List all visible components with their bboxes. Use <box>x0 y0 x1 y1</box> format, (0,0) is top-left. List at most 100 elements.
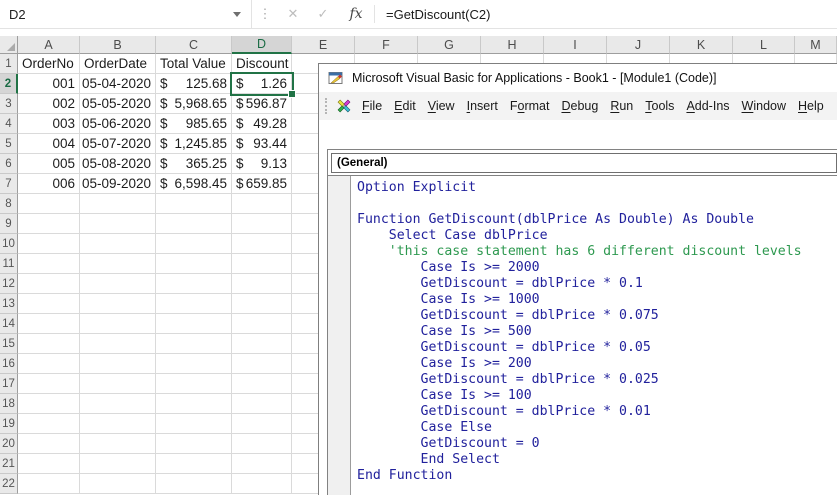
cell-A13[interactable] <box>18 294 80 314</box>
row-header-19[interactable]: 19 <box>0 414 18 434</box>
menu-debug[interactable]: Debug <box>555 95 604 117</box>
cell-D14[interactable] <box>232 314 292 334</box>
row-header-1[interactable]: 1 <box>0 54 18 74</box>
fill-handle[interactable] <box>288 90 296 98</box>
cell-A9[interactable] <box>18 214 80 234</box>
cell-B17[interactable] <box>80 374 156 394</box>
cell-B7[interactable]: 05-09-2020 <box>80 174 156 194</box>
column-header-C[interactable]: C <box>156 36 232 54</box>
cell-C15[interactable] <box>156 334 232 354</box>
cell-D18[interactable] <box>232 394 292 414</box>
cell-D9[interactable] <box>232 214 292 234</box>
cell-C14[interactable] <box>156 314 232 334</box>
cell-C12[interactable] <box>156 274 232 294</box>
column-header-E[interactable]: E <box>292 36 355 54</box>
cell-B22[interactable] <box>80 474 156 494</box>
column-header-L[interactable]: L <box>733 36 795 54</box>
cell-D13[interactable] <box>232 294 292 314</box>
menu-view[interactable]: View <box>422 95 461 117</box>
cell-D8[interactable] <box>232 194 292 214</box>
column-header-F[interactable]: F <box>355 36 418 54</box>
object-dropdown[interactable]: (General) <box>331 153 837 173</box>
cell-D3[interactable]: $596.87 <box>232 94 292 114</box>
row-header-8[interactable]: 8 <box>0 194 18 214</box>
row-header-4[interactable]: 4 <box>0 114 18 134</box>
cell-A16[interactable] <box>18 354 80 374</box>
cell-C2[interactable]: $125.68 <box>156 74 232 94</box>
cell-C3[interactable]: $5,968.65 <box>156 94 232 114</box>
cell-D10[interactable] <box>232 234 292 254</box>
cell-D6[interactable]: $9.13 <box>232 154 292 174</box>
cell-D22[interactable] <box>232 474 292 494</box>
formula-input[interactable]: =GetDiscount(C2) <box>386 7 490 22</box>
cell-B21[interactable] <box>80 454 156 474</box>
row-header-13[interactable]: 13 <box>0 294 18 314</box>
cancel-icon[interactable]: ✕ <box>278 6 308 22</box>
cell-A1[interactable]: OrderNo <box>18 54 80 74</box>
cell-D17[interactable] <box>232 374 292 394</box>
cell-C22[interactable] <box>156 474 232 494</box>
cell-B15[interactable] <box>80 334 156 354</box>
row-header-21[interactable]: 21 <box>0 454 18 474</box>
cell-D2[interactable]: $1.26 <box>232 74 292 94</box>
cell-C16[interactable] <box>156 354 232 374</box>
row-header-17[interactable]: 17 <box>0 374 18 394</box>
row-header-18[interactable]: 18 <box>0 394 18 414</box>
name-box[interactable]: D2 <box>0 0 252 28</box>
cell-C20[interactable] <box>156 434 232 454</box>
confirm-icon[interactable]: ✓ <box>308 6 338 22</box>
column-header-K[interactable]: K <box>670 36 733 54</box>
cell-C5[interactable]: $1,245.85 <box>156 134 232 154</box>
name-box-dropdown-icon[interactable] <box>233 12 241 17</box>
menu-format[interactable]: Format <box>504 95 556 117</box>
cell-B2[interactable]: 05-04-2020 <box>80 74 156 94</box>
cell-A12[interactable] <box>18 274 80 294</box>
cell-C4[interactable]: $985.65 <box>156 114 232 134</box>
cell-C6[interactable]: $365.25 <box>156 154 232 174</box>
column-header-D[interactable]: D <box>232 36 292 54</box>
cell-D11[interactable] <box>232 254 292 274</box>
cell-A21[interactable] <box>18 454 80 474</box>
cell-C19[interactable] <box>156 414 232 434</box>
column-header-I[interactable]: I <box>544 36 607 54</box>
cell-A15[interactable] <box>18 334 80 354</box>
menu-insert[interactable]: Insert <box>461 95 504 117</box>
column-header-M[interactable]: M <box>795 36 837 54</box>
row-header-15[interactable]: 15 <box>0 334 18 354</box>
cell-C9[interactable] <box>156 214 232 234</box>
cell-A2[interactable]: 001 <box>18 74 80 94</box>
cell-A5[interactable]: 004 <box>18 134 80 154</box>
cell-A14[interactable] <box>18 314 80 334</box>
menu-addins[interactable]: Add-Ins <box>680 95 735 117</box>
cell-A17[interactable] <box>18 374 80 394</box>
menu-window[interactable]: Window <box>736 95 792 117</box>
cell-C21[interactable] <box>156 454 232 474</box>
column-header-J[interactable]: J <box>607 36 670 54</box>
cell-B19[interactable] <box>80 414 156 434</box>
row-header-7[interactable]: 7 <box>0 174 18 194</box>
cell-A18[interactable] <box>18 394 80 414</box>
cell-B8[interactable] <box>80 194 156 214</box>
cell-B12[interactable] <box>80 274 156 294</box>
cell-B10[interactable] <box>80 234 156 254</box>
cell-C18[interactable] <box>156 394 232 414</box>
row-header-10[interactable]: 10 <box>0 234 18 254</box>
select-all-corner[interactable] <box>0 36 18 54</box>
row-header-2[interactable]: 2 <box>0 74 18 94</box>
cell-D12[interactable] <box>232 274 292 294</box>
cell-B3[interactable]: 05-05-2020 <box>80 94 156 114</box>
row-header-16[interactable]: 16 <box>0 354 18 374</box>
cell-C13[interactable] <box>156 294 232 314</box>
row-header-3[interactable]: 3 <box>0 94 18 114</box>
column-header-B[interactable]: B <box>80 36 156 54</box>
cell-A19[interactable] <box>18 414 80 434</box>
cell-A7[interactable]: 006 <box>18 174 80 194</box>
cell-B9[interactable] <box>80 214 156 234</box>
cell-C7[interactable]: $6,598.45 <box>156 174 232 194</box>
cell-B5[interactable]: 05-07-2020 <box>80 134 156 154</box>
cell-B20[interactable] <box>80 434 156 454</box>
grip-handle[interactable] <box>325 98 327 114</box>
module-icon[interactable] <box>336 98 352 114</box>
row-header-5[interactable]: 5 <box>0 134 18 154</box>
row-header-22[interactable]: 22 <box>0 474 18 494</box>
